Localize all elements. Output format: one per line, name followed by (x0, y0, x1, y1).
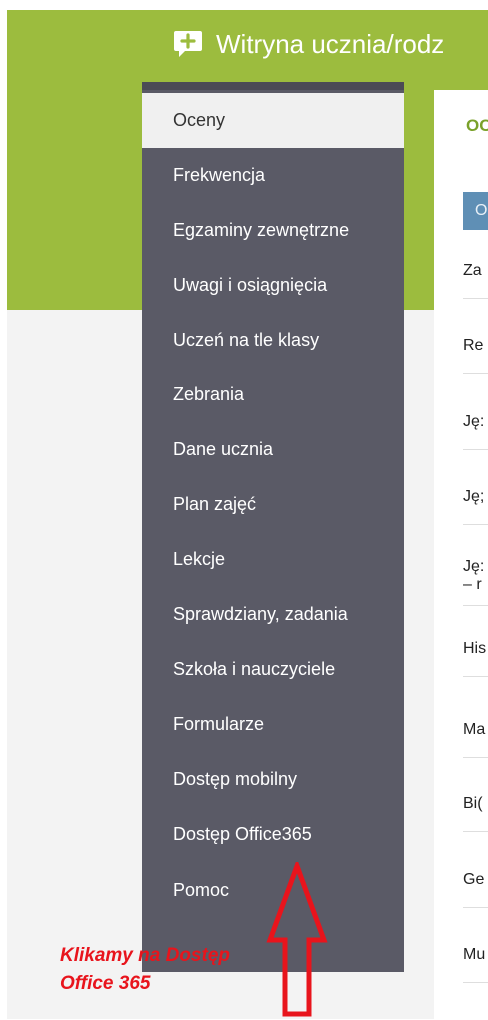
sidebar-item-uwagi[interactable]: Uwagi i osiągnięcia (142, 258, 404, 313)
content-tab-button[interactable]: O (463, 192, 488, 230)
table-row[interactable]: His (463, 622, 488, 677)
left-margin (0, 0, 7, 1019)
sidebar-item-uczen-na-tle-klasy[interactable]: Uczeń na tle klasy (142, 313, 404, 368)
table-row[interactable]: Ge (463, 853, 488, 908)
app-title: Witryna ucznia/rodz (172, 20, 444, 68)
chat-plus-icon (172, 28, 204, 60)
sidebar-item-egzaminy[interactable]: Egzaminy zewnętrzne (142, 203, 404, 258)
sidebar-top-border (142, 82, 404, 90)
sidebar-item-zebrania[interactable]: Zebrania (142, 367, 404, 422)
sidebar-item-dostep-mobilny[interactable]: Dostęp mobilny (142, 752, 404, 807)
sidebar-item-dane-ucznia[interactable]: Dane ucznia (142, 422, 404, 477)
table-row[interactable]: Re (463, 319, 488, 374)
table-row[interactable]: Bi( (463, 777, 488, 832)
table-row[interactable]: Ję: (463, 395, 488, 450)
table-row[interactable]: Za (463, 244, 488, 299)
app-title-text: Witryna ucznia/rodz (216, 28, 445, 59)
content-heading: OC (466, 116, 488, 135)
sidebar-item-dostep-office365[interactable]: Dostęp Office365 (142, 807, 404, 862)
red-arrow-icon (266, 862, 328, 1017)
sidebar-item-frekwencja[interactable]: Frekwencja (142, 148, 404, 203)
sidebar-item-lekcje[interactable]: Lekcje (142, 532, 404, 587)
annotation-text: Klikamy na Dostęp Office 365 (60, 945, 230, 994)
sidebar-item-plan-zajec[interactable]: Plan zajęć (142, 477, 404, 532)
sidebar-item-sprawdziany[interactable]: Sprawdziany, zadania (142, 587, 404, 642)
sidebar-item-szkola[interactable]: Szkoła i nauczyciele (142, 642, 404, 697)
table-row[interactable]: Ma (463, 703, 488, 758)
sidebar-item-formularze[interactable]: Formularze (142, 697, 404, 752)
table-row[interactable]: Ję; (463, 470, 488, 525)
table-row[interactable]: Mu (463, 928, 488, 983)
sidebar-item-oceny[interactable]: Oceny (142, 93, 404, 148)
table-row[interactable]: Ję: – r (463, 546, 488, 606)
